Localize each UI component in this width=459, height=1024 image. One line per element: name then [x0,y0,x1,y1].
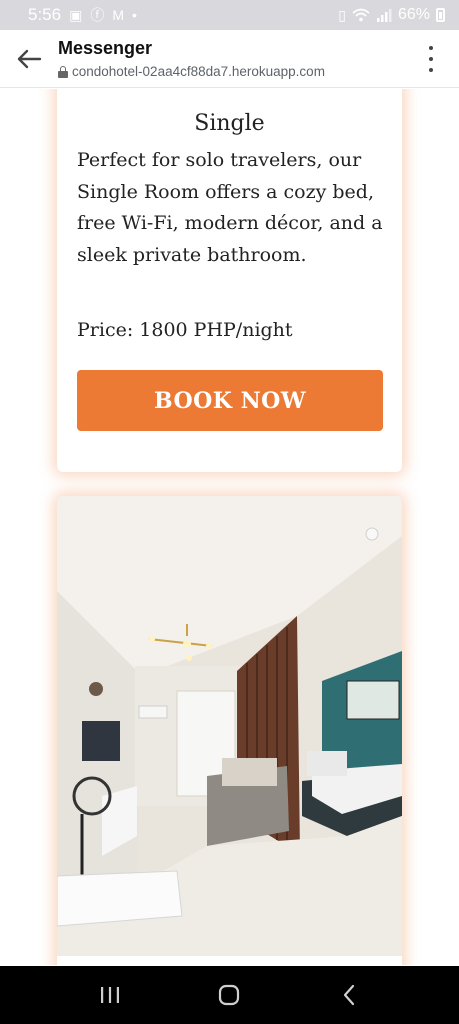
room-card-single: Single Perfect for solo travelers, our S… [57,89,402,472]
status-left: 5:56 ▣ ⓕ M • [28,5,137,25]
url-text: condohotel-02aa4cf88da7.herokuapp.com [72,64,325,79]
facebook-icon: ⓕ [90,7,105,23]
gallery-icon: ▣ [69,7,83,23]
status-time: 5:56 [28,5,62,24]
menu-dot [429,68,433,72]
battery-percent: 66% [397,6,430,23]
book-now-button[interactable]: BOOK NOW [77,370,383,431]
system-nav-bar [0,966,459,1024]
arrow-left-icon [17,49,42,69]
recent-apps-icon [100,987,119,1003]
back-button[interactable] [14,44,44,74]
room-price: Price: 1800 PHP/night [77,319,293,341]
battery-saver-icon: ▯ [338,7,346,23]
chevron-left-icon [344,984,355,1006]
lock-icon [58,66,68,78]
room-description: Perfect for solo travelers, our Single R… [77,149,383,266]
home-icon [219,984,240,1006]
room-photo [57,496,402,956]
signal-icon [376,9,392,22]
wifi-icon [352,8,370,22]
more-options-button[interactable] [423,46,439,72]
battery-icon [436,8,445,22]
home-button[interactable] [209,975,249,1015]
back-nav-button[interactable] [329,975,369,1015]
menu-dot [429,46,433,50]
recent-apps-button[interactable] [90,975,130,1015]
dot-icon: • [132,7,137,23]
browser-header: Messenger condohotel-02aa4cf88da7.heroku… [0,30,459,88]
room-card-next [57,496,402,965]
page-title: Messenger [58,38,153,58]
page-content[interactable]: Single Perfect for solo travelers, our S… [0,89,459,965]
status-bar: 5:56 ▣ ⓕ M • ▯ 66% [0,0,459,30]
gmail-icon: M [112,7,124,23]
room-name: Single [194,111,265,136]
menu-dot [429,57,433,61]
url-bar[interactable]: condohotel-02aa4cf88da7.herokuapp.com [58,64,325,79]
status-right: ▯ 66% [338,6,445,24]
